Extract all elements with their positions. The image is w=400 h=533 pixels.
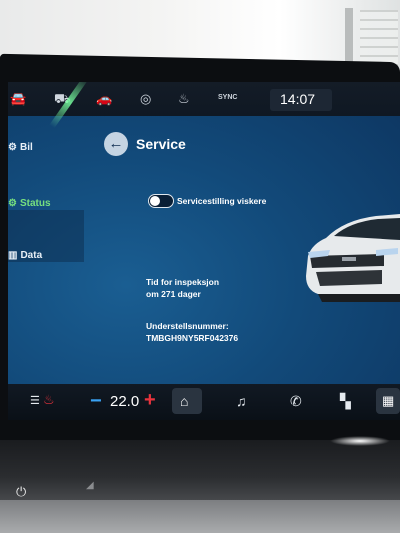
temperature-value: 22.0	[110, 393, 140, 410]
dashboard-lower	[0, 500, 400, 533]
grid-icon: ▦	[382, 393, 395, 408]
chart-icon: ▥	[8, 250, 18, 261]
back-button[interactable]: ←	[104, 132, 128, 156]
power-icon[interactable]: ⏻	[16, 484, 26, 500]
sidebar-item-status[interactable]: ⚙ Status	[8, 198, 51, 209]
app-grid-button[interactable]: ▦	[376, 388, 400, 414]
vin-value: TMBGH9NY5RF042376	[146, 333, 239, 343]
sidebar-item-label: Bil	[19, 142, 33, 153]
inspection-line1: Tid for inspeksjon	[146, 277, 220, 287]
infotainment-screen: 🚘 ⛟ 🚗 ◎ ♨ SYNC 14:07 ⚙ Bil ⚙ Status ▥ Data …	[8, 82, 400, 420]
sidebar-item-label: Data	[20, 250, 43, 261]
seat-heat-icon[interactable]: ♨	[178, 91, 190, 107]
car-image	[306, 214, 400, 302]
speed-limit-icon[interactable]: ◎	[140, 91, 151, 107]
sidebar-item-bil[interactable]: ⚙ Bil	[8, 142, 33, 153]
home-button[interactable]: ⌂	[172, 388, 202, 414]
car-side-icon[interactable]: 🚗	[96, 91, 112, 107]
light-reflection	[330, 436, 390, 446]
home-icon: ⌂	[180, 393, 189, 409]
temp-increase-button[interactable]: +	[144, 389, 156, 412]
back-arrow-icon: ←	[108, 135, 124, 152]
seat-heat-icon[interactable]: ♨	[43, 392, 55, 408]
vin-info: Understellsnummer: TMBGH9NY5RF042376	[146, 320, 238, 344]
phone-icon[interactable]: ✆	[290, 393, 302, 410]
music-icon[interactable]: ♫	[236, 393, 247, 409]
car-icon: ⚙	[8, 142, 17, 153]
temp-decrease-button[interactable]: −	[90, 390, 102, 413]
car-status-icon: ⚙	[8, 198, 17, 209]
page-title: Service	[136, 136, 186, 152]
sidebar: ⚙ Bil ⚙ Status ▥ Data	[8, 116, 86, 384]
clock: 14:07	[280, 91, 316, 107]
wiper-service-label: Servicestilling viskere	[177, 196, 267, 206]
volume-slider-icon[interactable]: ◢	[86, 480, 94, 491]
sync-button[interactable]: SYNC	[218, 94, 237, 101]
menu-lines-icon[interactable]: ☰	[30, 394, 40, 407]
status-bar: 🚘 ⛟ 🚗 ◎ ♨ SYNC 14:07	[8, 82, 400, 129]
vin-label: Understellsnummer:	[146, 321, 229, 331]
bottom-bar: ☰ ♨ − 22.0 + ⌂ ♫ ✆ ▚ ▦	[8, 384, 400, 420]
inspection-line2: om 271 dager	[146, 289, 201, 299]
sidebar-item-data[interactable]: ▥ Data	[8, 250, 42, 261]
inspection-info: Tid for inspeksjon om 271 dager	[146, 276, 219, 300]
wiper-service-toggle[interactable]	[148, 194, 174, 208]
sidebar-item-label: Status	[19, 198, 51, 209]
toggle-knob	[150, 196, 160, 206]
car-front-icon[interactable]: 🚘	[10, 91, 26, 107]
apps-icon[interactable]: ▚	[340, 393, 351, 410]
